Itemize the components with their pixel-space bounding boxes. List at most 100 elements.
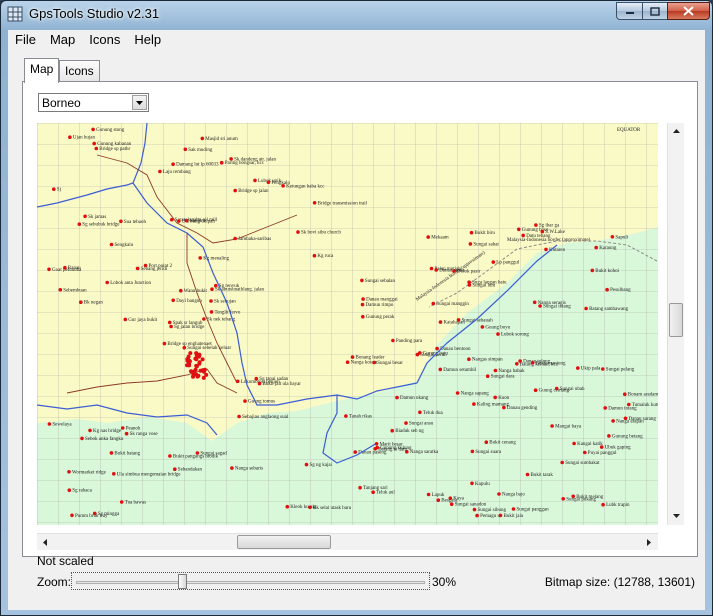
vertical-scroll-thumb[interactable] — [669, 303, 683, 337]
poi-marker[interactable] — [80, 436, 84, 441]
poi-marker[interactable] — [350, 355, 355, 359]
poi-marker[interactable] — [229, 157, 233, 161]
poi-marker[interactable] — [448, 496, 453, 501]
poi-marker[interactable] — [475, 513, 479, 518]
poi-marker[interactable] — [168, 454, 172, 458]
poi-marker[interactable] — [360, 302, 365, 307]
poi-marker[interactable] — [200, 136, 205, 141]
poi-marker[interactable] — [601, 502, 605, 507]
poi-marker[interactable] — [210, 287, 214, 291]
poi-marker[interactable] — [296, 230, 300, 234]
poi-marker[interactable] — [391, 338, 395, 343]
poi-marker[interactable] — [468, 242, 473, 246]
poi-marker[interactable] — [63, 265, 67, 270]
tab-map[interactable]: Map — [24, 58, 60, 83]
poi-marker[interactable] — [532, 300, 537, 305]
poi-marker[interactable] — [235, 379, 240, 384]
poi-marker[interactable] — [281, 184, 285, 188]
horizontal-scroll-thumb[interactable] — [237, 535, 331, 549]
poi-marker[interactable] — [472, 402, 476, 406]
poi-marker[interactable] — [554, 386, 559, 391]
map-view[interactable]: Sungai sebelah keluar Sg sebubuk bridge Sg… — [37, 123, 658, 525]
poi-marker[interactable] — [627, 402, 631, 407]
poi-marker[interactable] — [70, 513, 74, 518]
poi-marker[interactable] — [603, 406, 607, 410]
poi-marker[interactable] — [550, 424, 554, 428]
menu-file[interactable]: File — [8, 30, 43, 49]
poi-marker[interactable] — [123, 317, 128, 322]
poi-marker[interactable] — [188, 351, 193, 356]
poi-marker[interactable] — [390, 428, 395, 433]
poi-marker[interactable] — [94, 146, 99, 151]
scroll-left-button[interactable] — [37, 534, 53, 550]
poi-marker[interactable] — [257, 381, 262, 386]
poi-marker[interactable] — [67, 470, 71, 474]
poi-marker[interactable] — [530, 361, 535, 365]
poi-marker[interactable] — [195, 451, 200, 455]
poi-marker[interactable] — [183, 147, 188, 152]
close-button[interactable] — [667, 2, 710, 20]
poi-marker[interactable] — [405, 449, 409, 454]
poi-marker[interactable] — [438, 367, 443, 372]
poi-marker[interactable] — [308, 505, 312, 510]
poi-marker[interactable] — [254, 376, 259, 381]
horizontal-scrollbar[interactable] — [37, 533, 658, 550]
poi-marker[interactable] — [58, 288, 63, 292]
poi-marker[interactable] — [91, 127, 95, 132]
poi-marker[interactable] — [243, 399, 247, 403]
poi-marker[interactable] — [124, 431, 129, 436]
poi-marker[interactable] — [187, 362, 192, 367]
poi-marker[interactable] — [467, 357, 471, 361]
poi-marker[interactable] — [184, 218, 189, 223]
poi-marker[interactable] — [496, 332, 500, 336]
poi-marker[interactable] — [177, 219, 181, 223]
poi-marker[interactable] — [511, 507, 516, 511]
poi-marker[interactable] — [540, 229, 545, 234]
map-canvas[interactable]: Sungai sebelah keluarSg sebubuk bridgeSg… — [37, 123, 658, 525]
poi-marker[interactable] — [429, 266, 434, 271]
poi-marker[interactable] — [214, 283, 218, 288]
poi-marker[interactable] — [83, 214, 87, 219]
poi-marker[interactable] — [607, 434, 611, 438]
poi-marker[interactable] — [189, 369, 193, 374]
poi-marker[interactable] — [119, 500, 124, 504]
title-bar[interactable]: GpsTools Studio v2.31 — [1, 1, 712, 27]
zoom-slider-thumb[interactable] — [178, 574, 187, 589]
poi-marker[interactable] — [469, 230, 474, 235]
poi-marker[interactable] — [47, 422, 52, 426]
poi-marker[interactable] — [170, 217, 174, 222]
poi-marker[interactable] — [426, 492, 431, 497]
poi-marker[interactable] — [480, 325, 485, 329]
poi-marker[interactable] — [544, 247, 548, 252]
chevron-down-icon[interactable] — [132, 95, 147, 110]
poi-marker[interactable] — [112, 472, 116, 476]
poi-marker[interactable] — [515, 362, 519, 366]
menu-map[interactable]: Map — [43, 30, 82, 49]
poi-marker[interactable] — [599, 445, 604, 449]
poi-marker[interactable] — [470, 481, 474, 486]
poi-marker[interactable] — [431, 301, 436, 306]
poi-marker[interactable] — [312, 253, 317, 258]
poi-marker[interactable] — [610, 235, 615, 239]
poi-marker[interactable] — [194, 372, 199, 377]
poi-marker[interactable] — [590, 268, 595, 273]
poi-marker[interactable] — [237, 414, 241, 419]
poi-marker[interactable] — [169, 324, 173, 329]
poi-marker[interactable] — [202, 317, 206, 321]
poi-marker[interactable] — [266, 180, 271, 185]
poi-marker[interactable] — [186, 354, 191, 359]
poi-marker[interactable] — [167, 320, 172, 325]
poi-marker[interactable] — [193, 356, 198, 361]
poi-marker[interactable] — [594, 245, 598, 250]
poi-marker[interactable] — [361, 297, 365, 301]
poi-marker[interactable] — [200, 357, 205, 362]
poi-marker[interactable] — [67, 488, 72, 493]
poi-marker[interactable] — [491, 260, 496, 264]
poi-marker[interactable] — [200, 368, 205, 373]
poi-marker[interactable] — [449, 502, 454, 507]
poi-marker[interactable] — [198, 256, 202, 260]
poi-marker[interactable] — [601, 367, 605, 371]
poi-marker[interactable] — [435, 346, 439, 351]
poi-marker[interactable] — [109, 242, 114, 247]
poi-marker[interactable] — [456, 318, 461, 322]
